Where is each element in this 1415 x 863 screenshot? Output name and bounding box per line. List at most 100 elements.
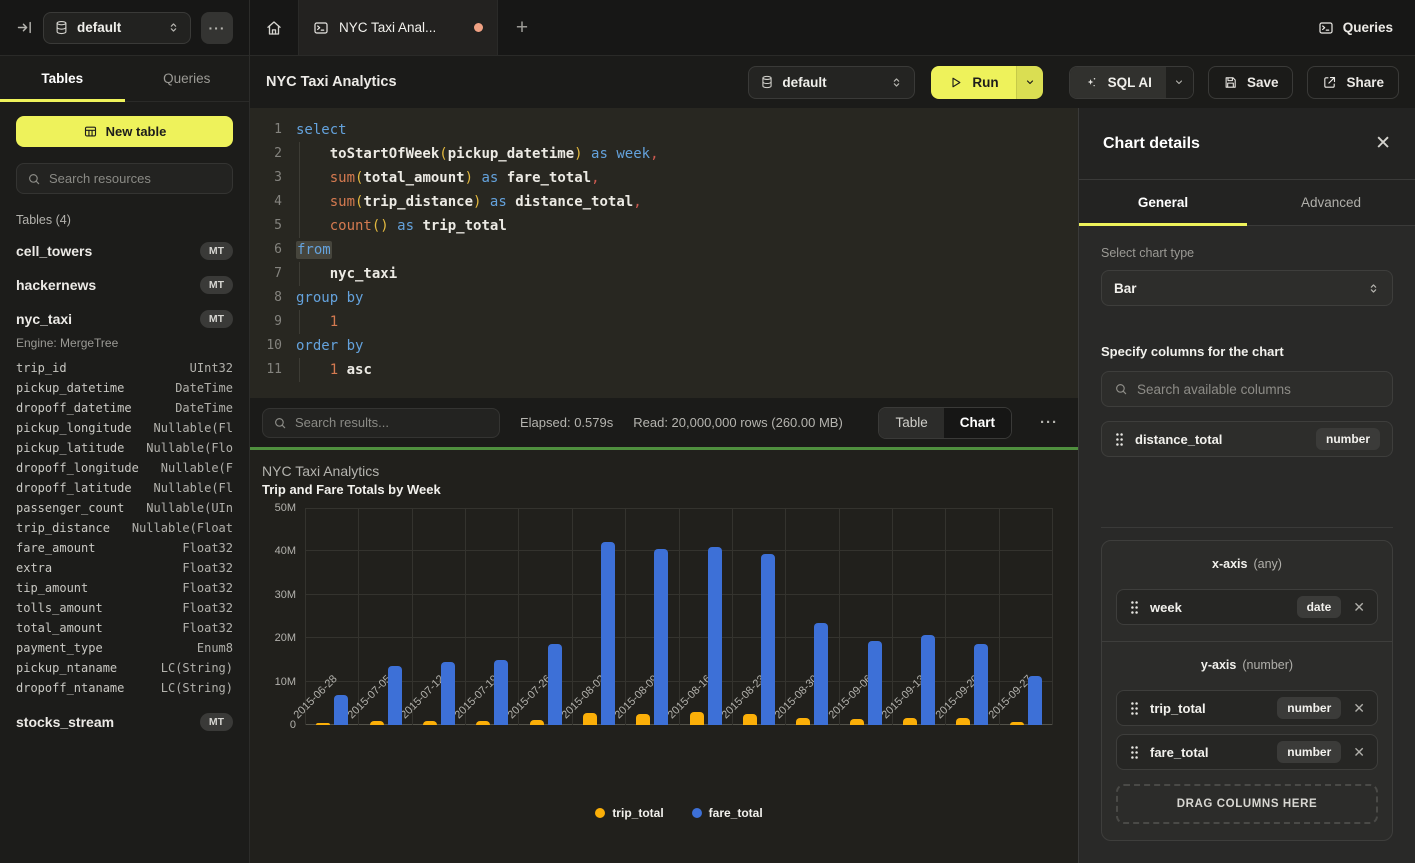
legend-item-fare_total[interactable]: fare_total: [692, 806, 763, 820]
bar-fare_total: [388, 666, 402, 725]
sidebar: default ··· Tables Queries New table: [0, 0, 250, 863]
sidebar-tab-queries[interactable]: Queries: [125, 56, 250, 101]
table-name: nyc_taxi: [16, 311, 72, 327]
chart-y-axis: 010M20M30M40M50M: [262, 508, 305, 725]
header-database-selector[interactable]: default: [748, 66, 915, 99]
y-axis-chip-trip-total[interactable]: trip_total number ✕: [1116, 690, 1378, 726]
column-type: LC(String): [161, 658, 233, 678]
column-name: pickup_latitude: [16, 438, 124, 458]
column-type: Enum8: [197, 638, 233, 658]
sidebar-tab-tables[interactable]: Tables: [0, 56, 125, 101]
chart-type-select[interactable]: Bar: [1101, 270, 1393, 306]
axis-config-section: x-axis (any) week date ✕: [1101, 527, 1393, 841]
chevron-updown-icon: [167, 21, 180, 34]
queries-shortcut[interactable]: Queries: [1318, 0, 1415, 55]
y-axis-chip-fare-total[interactable]: fare_total number ✕: [1116, 734, 1378, 770]
results-more-button[interactable]: ···: [1032, 414, 1066, 431]
run-button[interactable]: Run: [931, 66, 1042, 99]
table-row[interactable]: nyc_taxiMT: [16, 309, 233, 329]
y-axis-hint: (number): [1242, 658, 1293, 672]
available-column-chip[interactable]: distance_total number: [1101, 421, 1393, 457]
x-axis-type-badge: date: [1297, 596, 1342, 618]
x-axis-chip-week[interactable]: week date ✕: [1116, 589, 1378, 625]
code-line: 8group by: [250, 286, 1078, 310]
column-name: trip_distance: [16, 518, 110, 538]
sidebar-more-button[interactable]: ···: [201, 12, 233, 44]
x-tick-label: 2015-07-19: [452, 673, 500, 721]
column-type: Float32: [182, 558, 233, 578]
save-icon: [1223, 75, 1238, 90]
play-icon: [948, 75, 963, 90]
chart-type-value: Bar: [1114, 281, 1137, 296]
sql-ai-caret[interactable]: [1166, 67, 1193, 98]
bar-trip_total: [476, 721, 490, 725]
sidebar-database-selector[interactable]: default: [43, 12, 191, 44]
tab-advanced[interactable]: Advanced: [1247, 180, 1415, 225]
page-title: NYC Taxi Analytics: [266, 74, 397, 90]
line-number: 7: [250, 262, 282, 286]
bar-trip_total: [316, 723, 330, 725]
search-icon: [1114, 382, 1128, 396]
sql-ai-button[interactable]: SQL AI: [1069, 66, 1194, 99]
toggle-chart[interactable]: Chart: [944, 408, 1011, 438]
sidebar-topbar: default ···: [0, 0, 249, 56]
drag-handle-icon[interactable]: [1114, 432, 1125, 447]
bar-trip_total: [956, 718, 970, 725]
toggle-table[interactable]: Table: [879, 408, 943, 438]
table-row[interactable]: cell_towersMT: [16, 241, 233, 261]
view-toggle: Table Chart: [878, 407, 1012, 439]
results-toolbar: Elapsed: 0.579s Read: 20,000,000 rows (2…: [250, 398, 1078, 447]
bar-fare_total: [921, 635, 935, 725]
bar-trip_total: [1010, 722, 1024, 725]
column-row: dropoff_datetimeDateTime: [16, 398, 233, 418]
x-tick-label: 2015-07-05: [345, 673, 393, 721]
sql-editor[interactable]: 1select2 toStartOfWeek(pickup_datetime) …: [250, 108, 1078, 398]
tables-section-label: Tables (4): [16, 213, 233, 227]
table-grid-icon: [83, 124, 98, 139]
new-table-button[interactable]: New table: [16, 116, 233, 147]
run-options-caret[interactable]: [1016, 66, 1043, 99]
column-row: dropoff_longitudeNullable(F: [16, 458, 233, 478]
sql-ai-main[interactable]: SQL AI: [1070, 67, 1166, 98]
close-panel-button[interactable]: ✕: [1375, 134, 1391, 153]
close-icon: ✕: [1375, 133, 1391, 154]
column-type: Float32: [182, 578, 233, 598]
table-row[interactable]: stocks_streamMT: [16, 712, 233, 732]
collapse-sidebar-button[interactable]: [16, 19, 33, 36]
main-area: NYC Taxi Anal... + Queries NYC Taxi Anal…: [250, 0, 1415, 863]
search-resources-input[interactable]: [49, 171, 222, 186]
drag-handle-icon[interactable]: [1129, 745, 1140, 760]
chart-panel: NYC Taxi Analytics Trip and Fare Totals …: [250, 447, 1078, 863]
column-type: Nullable(Float: [132, 518, 233, 538]
drag-columns-drop-zone[interactable]: DRAG COLUMNS HERE: [1116, 784, 1378, 824]
code-line: 3 sum(total_amount) as fare_total,: [250, 166, 1078, 190]
table-row[interactable]: hackernewsMT: [16, 275, 233, 295]
terminal-icon: [313, 20, 329, 36]
search-columns-box: [1101, 371, 1393, 407]
search-columns-input[interactable]: [1137, 382, 1380, 397]
query-tab[interactable]: NYC Taxi Anal...: [298, 0, 498, 55]
unsaved-dot-icon: [474, 23, 483, 32]
line-number: 6: [250, 238, 282, 262]
code-line: 4 sum(trip_distance) as distance_total,: [250, 190, 1078, 214]
remove-column-button[interactable]: ✕: [1351, 600, 1365, 614]
remove-column-button[interactable]: ✕: [1351, 701, 1365, 715]
code-line: 5 count() as trip_total: [250, 214, 1078, 238]
y-tick-label: 40M: [275, 545, 296, 557]
run-label: Run: [972, 75, 998, 90]
column-name: dropoff_latitude: [16, 478, 132, 498]
search-results-input[interactable]: [295, 415, 489, 430]
run-button-main[interactable]: Run: [931, 66, 1015, 99]
header-database-value: default: [782, 75, 882, 90]
drag-handle-icon[interactable]: [1129, 701, 1140, 716]
tab-general[interactable]: General: [1079, 180, 1247, 225]
drag-handle-icon[interactable]: [1129, 600, 1140, 615]
legend-item-trip_total[interactable]: trip_total: [595, 806, 663, 820]
save-button[interactable]: Save: [1208, 66, 1294, 99]
share-button[interactable]: Share: [1307, 66, 1399, 99]
home-button[interactable]: [250, 0, 298, 55]
column-name: tip_amount: [16, 578, 88, 598]
tables-list: cell_towersMThackernewsMTnyc_taxiMTEngin…: [16, 241, 233, 732]
new-tab-button[interactable]: +: [498, 0, 546, 55]
remove-column-button[interactable]: ✕: [1351, 745, 1365, 759]
